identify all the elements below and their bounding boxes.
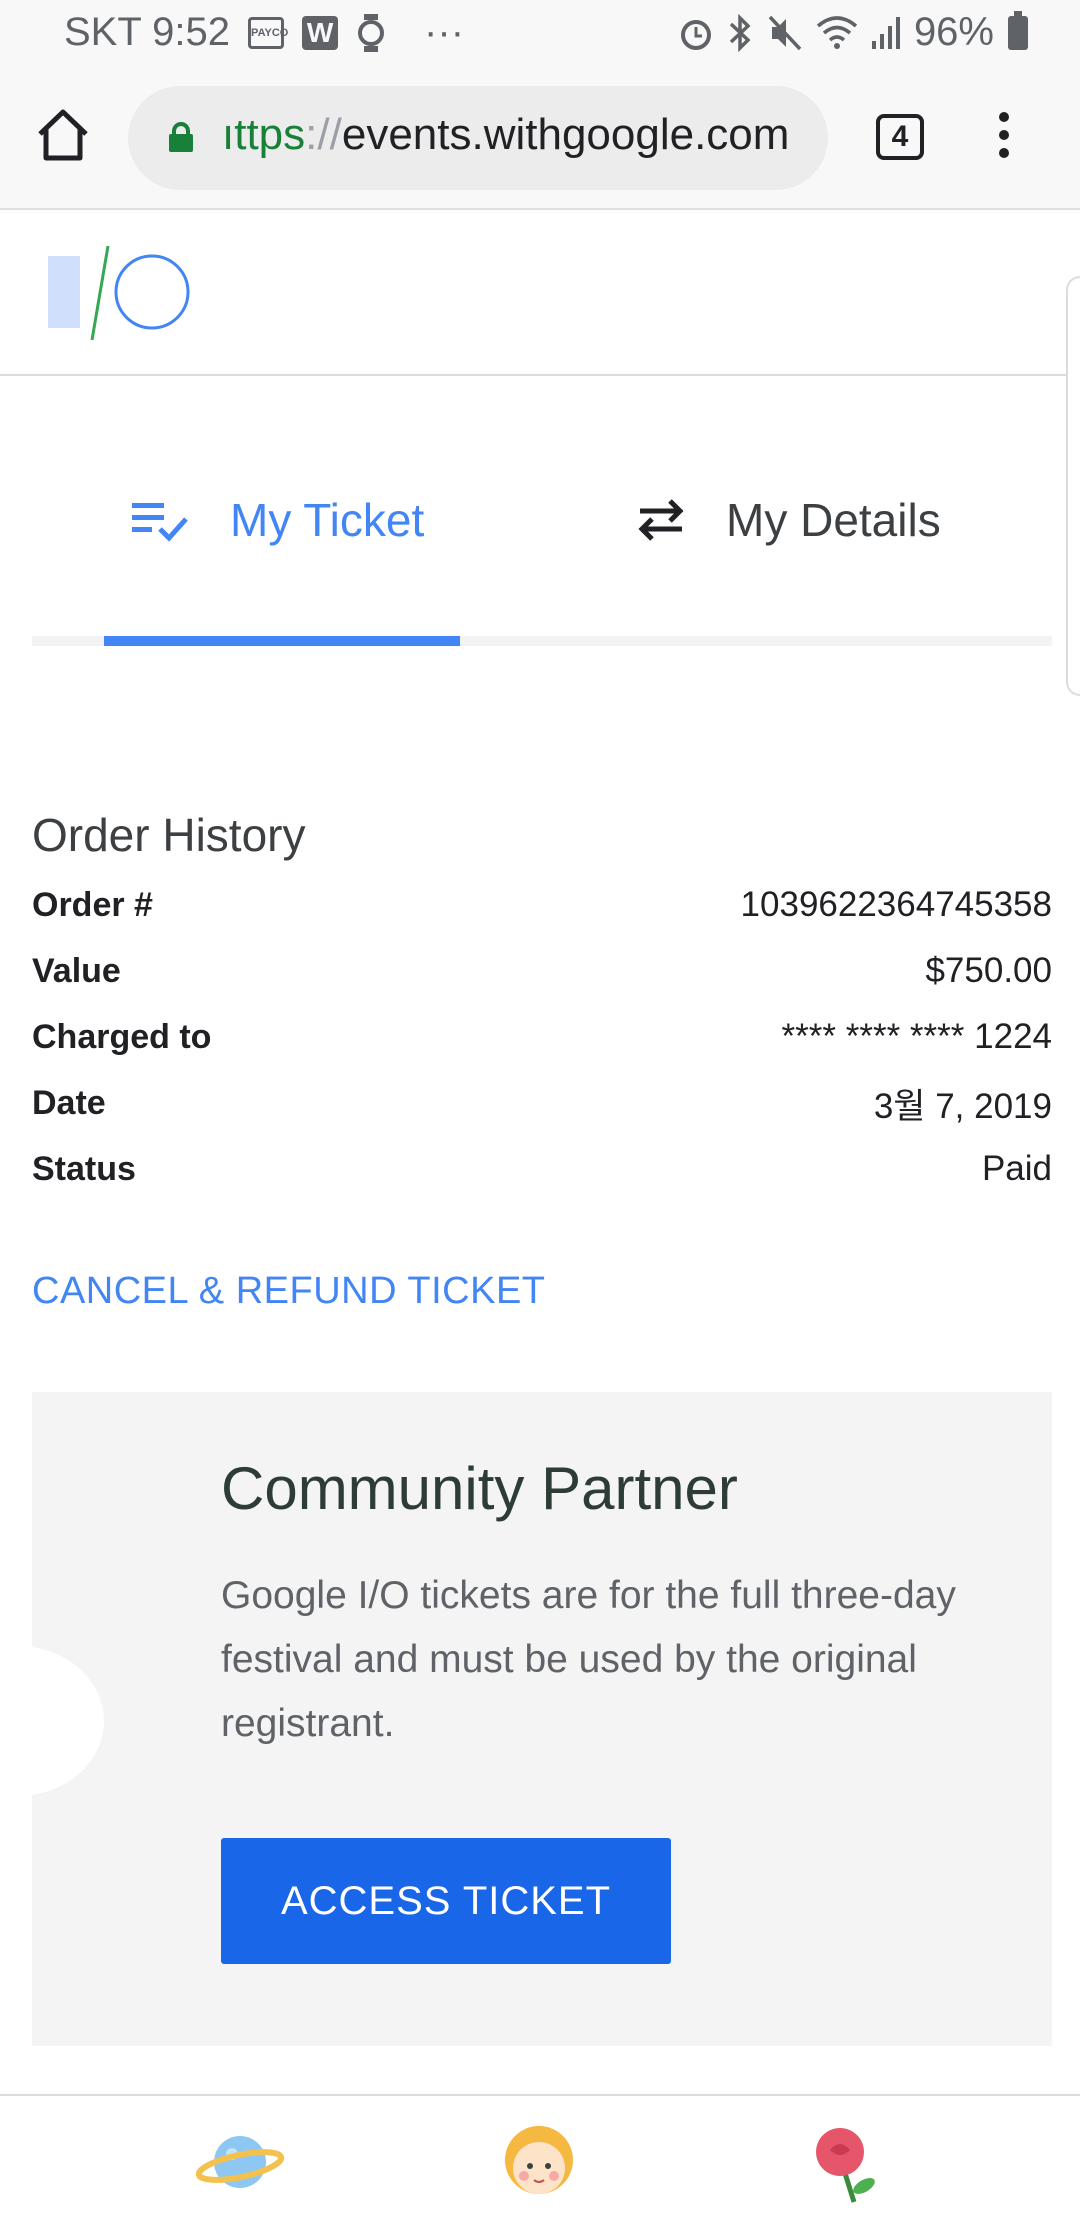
url-separator: :// bbox=[305, 110, 342, 159]
date-value: 3월 7, 2019 bbox=[873, 1086, 1052, 1126]
tab-my-details[interactable]: My Details bbox=[636, 480, 941, 560]
cancel-refund-link[interactable]: CANCEL & REFUND TICKET bbox=[32, 1270, 546, 1313]
order-value-amount: $750.00 bbox=[925, 951, 1052, 990]
order-row-status: Status Paid bbox=[32, 1136, 1052, 1202]
signal-icon bbox=[871, 16, 900, 49]
order-row-date: Date 3월 7, 2019 bbox=[32, 1070, 1052, 1136]
order-row-charged: Charged to **** **** **** 1224 bbox=[32, 1004, 1052, 1070]
bluetooth-icon bbox=[729, 13, 751, 52]
google-io-logo[interactable] bbox=[46, 242, 196, 342]
tab-my-details-label: My Details bbox=[726, 494, 941, 546]
battery-icon bbox=[1008, 10, 1028, 50]
address-bar[interactable]: ıttps://events.withgoogle.com bbox=[128, 86, 828, 190]
swap-arrows-icon bbox=[638, 499, 684, 541]
ticket-card: Community Partner Google I/O tickets are… bbox=[32, 1392, 1052, 2046]
browser-toolbar: ıttps://events.withgoogle.com 4 bbox=[0, 66, 1080, 210]
status-label: Status bbox=[32, 1149, 136, 1188]
order-row-number: Order # 1039622364745358 bbox=[32, 872, 1052, 938]
playlist-check-icon bbox=[132, 503, 188, 542]
ticket-notch bbox=[32, 1646, 104, 1796]
order-details-table: Order # 1039622364745358 Value $750.00 C… bbox=[32, 872, 1052, 1202]
tab-my-ticket-label: My Ticket bbox=[230, 494, 425, 546]
tab-switcher-button[interactable]: 4 bbox=[876, 114, 924, 160]
planet-icon[interactable] bbox=[196, 2120, 286, 2204]
battery-percent: 96% bbox=[913, 10, 994, 54]
home-icon[interactable] bbox=[34, 106, 92, 164]
tab-my-ticket[interactable]: My Ticket bbox=[130, 480, 424, 560]
lock-icon[interactable] bbox=[168, 122, 194, 152]
mute-icon bbox=[768, 15, 802, 50]
order-history-title: Order History bbox=[32, 809, 306, 861]
url-scheme: ıttps bbox=[222, 110, 306, 159]
order-number-value: 1039622364745358 bbox=[740, 885, 1052, 924]
watch-icon bbox=[358, 13, 385, 52]
payco-icon: PAYCO bbox=[248, 16, 288, 49]
carrier-time: SKT 9:52 bbox=[64, 10, 231, 54]
status-bar: SKT 9:52 PAYCO W ··· 96% bbox=[0, 0, 1080, 66]
charged-to-card: **** **** **** 1224 bbox=[781, 1017, 1052, 1056]
bottom-navigation bbox=[0, 2096, 1080, 2220]
child-face-icon[interactable] bbox=[494, 2120, 584, 2204]
wifi-icon bbox=[816, 15, 858, 49]
access-ticket-button[interactable]: ACCESS TICKET bbox=[221, 1838, 671, 1964]
more-notifications-icon: ··· bbox=[424, 10, 465, 54]
charged-to-label: Charged to bbox=[32, 1017, 212, 1056]
w-app-icon: W bbox=[302, 15, 339, 50]
rose-icon[interactable] bbox=[800, 2120, 890, 2204]
order-number-label: Order # bbox=[32, 885, 153, 924]
header-divider bbox=[0, 374, 1068, 376]
url-text[interactable]: ıttps://events.withgoogle.com bbox=[222, 110, 812, 160]
url-host: events.withgoogle.com bbox=[341, 110, 790, 159]
alarm-icon bbox=[680, 19, 711, 50]
status-value: Paid bbox=[981, 1149, 1052, 1188]
order-row-value: Value $750.00 bbox=[32, 938, 1052, 1004]
overflow-menu-icon[interactable] bbox=[994, 112, 1014, 168]
date-label: Date bbox=[32, 1083, 106, 1122]
side-drawer-handle[interactable] bbox=[1066, 276, 1080, 696]
tab-active-indicator bbox=[104, 636, 460, 646]
ticket-description: Google I/O tickets are for the full thre… bbox=[221, 1574, 956, 1745]
order-value-label: Value bbox=[32, 951, 121, 990]
ticket-type-title: Community Partner bbox=[221, 1455, 738, 1522]
